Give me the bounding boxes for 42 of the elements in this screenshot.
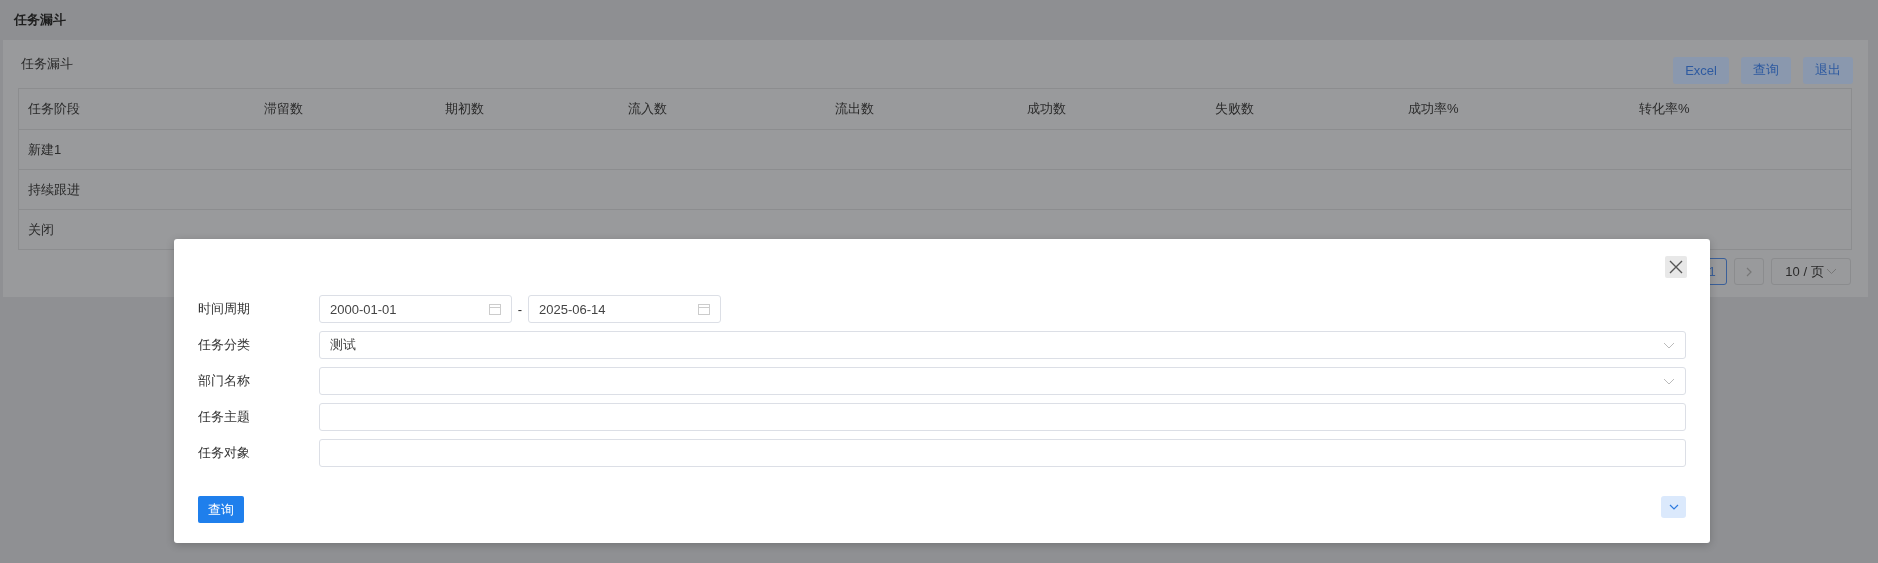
field-label: 任务对象 — [198, 444, 251, 462]
column-header: 任务阶段 — [27, 100, 81, 118]
panel-title: 任务漏斗 — [20, 55, 73, 73]
table-cell-text: 关闭 — [27, 220, 55, 239]
range-separator: - — [516, 301, 524, 317]
column-header: 流出数 — [834, 100, 875, 118]
close-button[interactable] — [1665, 256, 1687, 278]
toolbar-button[interactable]: 退出 — [1803, 56, 1853, 84]
query-button[interactable]: 查询 — [198, 496, 244, 523]
table-cell-text: 新建1 — [27, 140, 63, 159]
column-header: 成功率% — [1407, 100, 1460, 118]
chevron-down-icon — [1663, 341, 1675, 349]
page-title: 任务漏斗 — [14, 11, 66, 29]
column-header: 期初数 — [444, 100, 485, 118]
page-size-select[interactable]: 10 / 页 — [1771, 258, 1851, 285]
input-field[interactable] — [319, 403, 1686, 431]
column-header: 滞留数 — [263, 100, 304, 118]
chevron-down-icon — [1668, 504, 1679, 510]
calendar-icon — [489, 303, 501, 315]
chevron-right-icon — [1745, 266, 1753, 277]
field-label: 部门名称 — [198, 372, 251, 390]
chevron-down-icon — [1663, 377, 1675, 385]
column-header: 失败数 — [1214, 100, 1255, 118]
input-field[interactable] — [319, 439, 1686, 467]
field-label: 任务主题 — [198, 408, 251, 426]
toolbar-button[interactable]: Excel — [1673, 56, 1729, 84]
date-field[interactable]: 2025-06-14 — [528, 295, 721, 323]
next-page-button[interactable] — [1734, 258, 1764, 285]
column-header: 成功数 — [1026, 100, 1067, 118]
chevron-down-icon — [1825, 268, 1837, 275]
close-icon — [1669, 260, 1683, 274]
calendar-icon — [698, 303, 710, 315]
expand-button[interactable] — [1661, 496, 1686, 518]
select-field[interactable]: 测试 — [319, 331, 1686, 359]
select-field[interactable] — [319, 367, 1686, 395]
table-cell-text: 持续跟进 — [27, 180, 81, 199]
toolbar-button[interactable]: 查询 — [1741, 56, 1791, 84]
column-header: 流入数 — [627, 100, 668, 118]
date-field[interactable]: 2000-01-01 — [319, 295, 512, 323]
column-header: 转化率% — [1638, 100, 1691, 118]
field-label: 时间周期 — [198, 300, 251, 318]
field-label: 任务分类 — [198, 336, 251, 354]
